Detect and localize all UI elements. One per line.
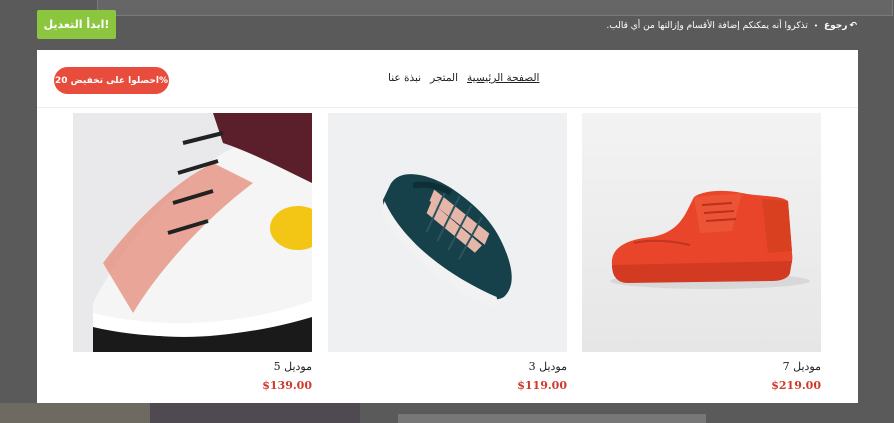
product-card[interactable]: موديل 7 $219.00 bbox=[582, 113, 821, 392]
nav-shop[interactable]: المتجر bbox=[430, 72, 458, 84]
background-thumbnail bbox=[0, 403, 150, 423]
white-sneaker-image bbox=[73, 113, 312, 352]
promo-button[interactable]: احصلوا على تخفيض 20% bbox=[54, 67, 169, 94]
start-editing-button[interactable]: ابدأ التعديل! bbox=[37, 10, 116, 39]
back-link[interactable]: ↶ رجوع bbox=[824, 21, 857, 31]
notice-text: تذكروا أنه يمكنكم إضافة الأقسام وإزالتها… bbox=[606, 21, 808, 31]
product-title[interactable]: موديل 3 bbox=[529, 360, 567, 373]
separator-dot: • bbox=[813, 22, 818, 30]
product-title[interactable]: موديل 7 bbox=[783, 360, 821, 373]
product-image[interactable] bbox=[582, 113, 821, 352]
product-card[interactable]: موديل 5 $139.00 bbox=[73, 113, 312, 392]
back-label: رجوع bbox=[823, 21, 848, 31]
top-notice: ↶ رجوع • تذكروا أنه يمكنكم إضافة الأقسام… bbox=[606, 14, 857, 38]
nav-home[interactable]: الصفحة الرئيسية bbox=[467, 72, 539, 84]
background-scrollbar bbox=[398, 414, 706, 423]
site-header: احصلوا على تخفيض 20% الصفحة الرئيسية الم… bbox=[37, 50, 858, 108]
product-card[interactable]: موديل 3 $119.00 bbox=[328, 113, 567, 392]
red-sneaker-image bbox=[582, 113, 821, 352]
nav-about[interactable]: نبذة عنا bbox=[388, 72, 421, 84]
product-price: $219.00 bbox=[771, 379, 821, 392]
green-sneaker-image bbox=[328, 113, 567, 352]
product-price: $139.00 bbox=[262, 379, 312, 392]
back-arrow-icon: ↶ bbox=[849, 21, 857, 31]
product-image[interactable] bbox=[73, 113, 312, 352]
background-thumbnail bbox=[150, 403, 360, 423]
product-image[interactable] bbox=[328, 113, 567, 352]
main-nav: الصفحة الرئيسية المتجر نبذة عنا bbox=[388, 72, 539, 84]
product-price: $119.00 bbox=[517, 379, 567, 392]
product-title[interactable]: موديل 5 bbox=[274, 360, 312, 373]
preview-panel: احصلوا على تخفيض 20% الصفحة الرئيسية الم… bbox=[37, 50, 858, 403]
